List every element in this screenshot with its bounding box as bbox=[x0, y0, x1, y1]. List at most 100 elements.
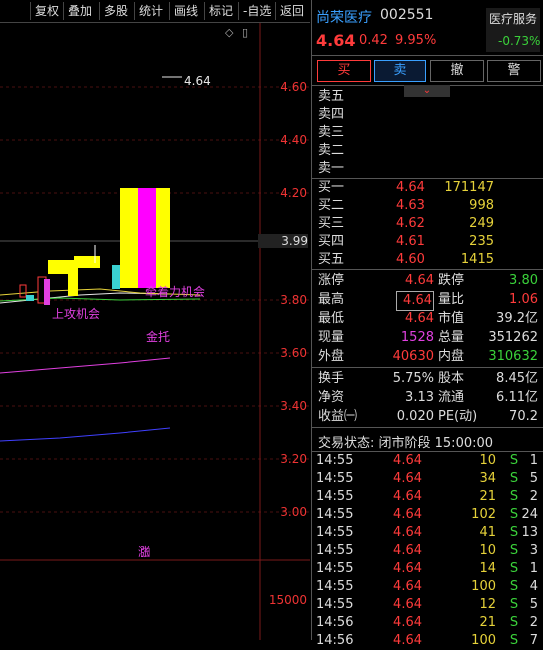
tick-row: 14:55 4.64 34 S 5 bbox=[316, 470, 540, 488]
tick-volume: 10 bbox=[479, 543, 496, 558]
toolbar-back-button[interactable]: 返回 bbox=[275, 2, 308, 20]
toolbar-fuquan-button[interactable]: 复权 bbox=[30, 2, 63, 20]
tick-time: 14:55 bbox=[316, 597, 354, 612]
outer-volume-value: 40630 bbox=[392, 349, 434, 364]
buy-level-label: 买五 bbox=[318, 252, 345, 267]
quote-row: 涨停 4.64 跌停 3.80 bbox=[318, 272, 540, 290]
tick-price: 4.64 bbox=[393, 579, 422, 594]
total-volume-value: 351262 bbox=[488, 330, 538, 345]
pe-value: 70.2 bbox=[509, 409, 538, 424]
price-tick: 3.60 bbox=[280, 346, 307, 360]
tick-row: 14:56 4.64 100 S 7 bbox=[316, 632, 540, 650]
toolbar-mark-button[interactable]: 标记 bbox=[204, 2, 237, 20]
quote-panel: 尚荣医疗 002551 4.64 0.42 9.95% 医疗服务 -0.73% … bbox=[311, 0, 543, 648]
high-annotation: 4.64 bbox=[184, 74, 211, 88]
candle bbox=[44, 279, 50, 305]
tick-time: 14:55 bbox=[316, 471, 354, 486]
tick-volume: 100 bbox=[471, 579, 496, 594]
tick-price: 4.64 bbox=[393, 597, 422, 612]
current-price-tag: 3.99 bbox=[258, 234, 308, 248]
quote-label: 跌停 bbox=[438, 273, 465, 288]
buy-level-volume: 171147 bbox=[444, 180, 494, 195]
alert-button[interactable]: 警 bbox=[487, 60, 541, 82]
buy-level-label: 买一 bbox=[318, 180, 345, 195]
stock-name[interactable]: 尚荣医疗 bbox=[316, 7, 372, 27]
price-tick: 3.40 bbox=[280, 399, 307, 413]
sector-box[interactable]: 医疗服务 -0.73% bbox=[486, 8, 540, 52]
tick-volume: 41 bbox=[479, 525, 496, 540]
tick-price: 4.64 bbox=[393, 471, 422, 486]
buy-level: 买一 4.64 171147 bbox=[318, 179, 538, 197]
tick-side: S bbox=[509, 543, 519, 558]
float-value: 6.11亿 bbox=[496, 390, 538, 405]
kline-chart[interactable]: □ 4.64 牵着力机会 上攻机会 金托 涨 ◇ ▯ 4.60 4.40 4.2… bbox=[0, 23, 310, 640]
toolbar-stats-button[interactable]: 统计 bbox=[134, 2, 167, 20]
signal-label: 金托 bbox=[146, 330, 171, 344]
collapse-icon[interactable]: ▯ bbox=[242, 26, 248, 39]
tick-side: S bbox=[509, 633, 519, 648]
tick-count: 2 bbox=[529, 489, 538, 504]
sell-level: 卖二 bbox=[318, 142, 344, 160]
tick-price: 4.64 bbox=[393, 453, 422, 468]
tick-count: 1 bbox=[529, 453, 538, 468]
sell-button[interactable]: 卖 bbox=[374, 60, 426, 82]
fundamental-label: 净资 bbox=[318, 390, 345, 405]
quote-row: 最高 4.64 量比 1.06 bbox=[318, 291, 540, 311]
price-tick: 3.00 bbox=[280, 505, 307, 519]
quote-row: 最低 4.64 市值 39.2亿 bbox=[318, 310, 540, 328]
tick-time: 14:55 bbox=[316, 525, 354, 540]
tick-row: 14:55 4.64 102 S 24 bbox=[316, 506, 540, 524]
tick-count: 7 bbox=[529, 633, 538, 648]
tick-row: 14:55 4.64 41 S 13 bbox=[316, 524, 540, 542]
toolbar-remove-watchlist-button[interactable]: -自选 bbox=[238, 2, 275, 20]
sell-level-label: 卖四 bbox=[318, 107, 345, 122]
buy-level-label: 买三 bbox=[318, 216, 345, 231]
net-assets-value: 3.13 bbox=[405, 390, 434, 405]
quote-label: 内盘 bbox=[438, 349, 465, 364]
fundamental-row: 换手 5.75% 股本 8.45亿 bbox=[318, 370, 540, 388]
inner-volume-value: 310632 bbox=[488, 349, 538, 364]
tick-row: 14:55 4.64 12 S 5 bbox=[316, 596, 540, 614]
toolbar-overlay-button[interactable]: 叠加 bbox=[63, 2, 96, 20]
fundamental-label: 流通 bbox=[438, 390, 465, 405]
tick-time: 14:55 bbox=[316, 507, 354, 522]
sell-level-label: 卖五 bbox=[318, 89, 345, 104]
eps-value: 0.020 bbox=[396, 409, 434, 424]
tick-price: 4.64 bbox=[393, 507, 422, 522]
quote-label: 最低 bbox=[318, 311, 345, 326]
fundamental-label: 收益㈠ bbox=[318, 409, 358, 424]
stock-code: 002551 bbox=[380, 7, 434, 23]
fundamental-label: 股本 bbox=[438, 371, 465, 386]
tick-count: 3 bbox=[529, 543, 538, 558]
quote-label: 涨停 bbox=[318, 273, 345, 288]
tick-row: 14:55 4.64 10 S 1 bbox=[316, 452, 540, 470]
tick-side: S bbox=[509, 615, 519, 630]
toolbar-draw-button[interactable]: 画线 bbox=[169, 2, 202, 20]
tick-price: 4.64 bbox=[393, 633, 422, 648]
diamond-icon[interactable]: ◇ bbox=[225, 26, 233, 39]
tick-time: 14:55 bbox=[316, 561, 354, 576]
buy-level: 买二 4.63 998 bbox=[318, 197, 538, 215]
tick-row: 14:55 4.64 14 S 1 bbox=[316, 560, 540, 578]
tick-count: 2 bbox=[529, 615, 538, 630]
buy-level: 买三 4.62 249 bbox=[318, 215, 538, 233]
tick-count: 5 bbox=[529, 597, 538, 612]
tick-time: 14:55 bbox=[316, 489, 354, 504]
divider bbox=[312, 367, 543, 368]
quote-label: 最高 bbox=[318, 292, 345, 307]
price-tick: 3.20 bbox=[280, 452, 307, 466]
toolbar-multi-stock-button[interactable]: 多股 bbox=[99, 2, 132, 20]
buy-button[interactable]: 买 bbox=[317, 60, 371, 82]
divider bbox=[312, 427, 543, 428]
cancel-order-button[interactable]: 撤 bbox=[430, 60, 484, 82]
tick-volume: 102 bbox=[471, 507, 496, 522]
fundamental-label: 换手 bbox=[318, 371, 345, 386]
quote-label: 总量 bbox=[438, 330, 465, 345]
expand-chevron-icon[interactable]: ⌄ bbox=[404, 85, 450, 97]
candle bbox=[19, 284, 27, 298]
tick-side: S bbox=[509, 489, 519, 504]
signal-label: 上攻机会 bbox=[52, 307, 101, 321]
tick-time: 14:55 bbox=[316, 579, 354, 594]
buy-level: 买四 4.61 235 bbox=[318, 233, 538, 251]
tick-time: 14:56 bbox=[316, 633, 354, 648]
